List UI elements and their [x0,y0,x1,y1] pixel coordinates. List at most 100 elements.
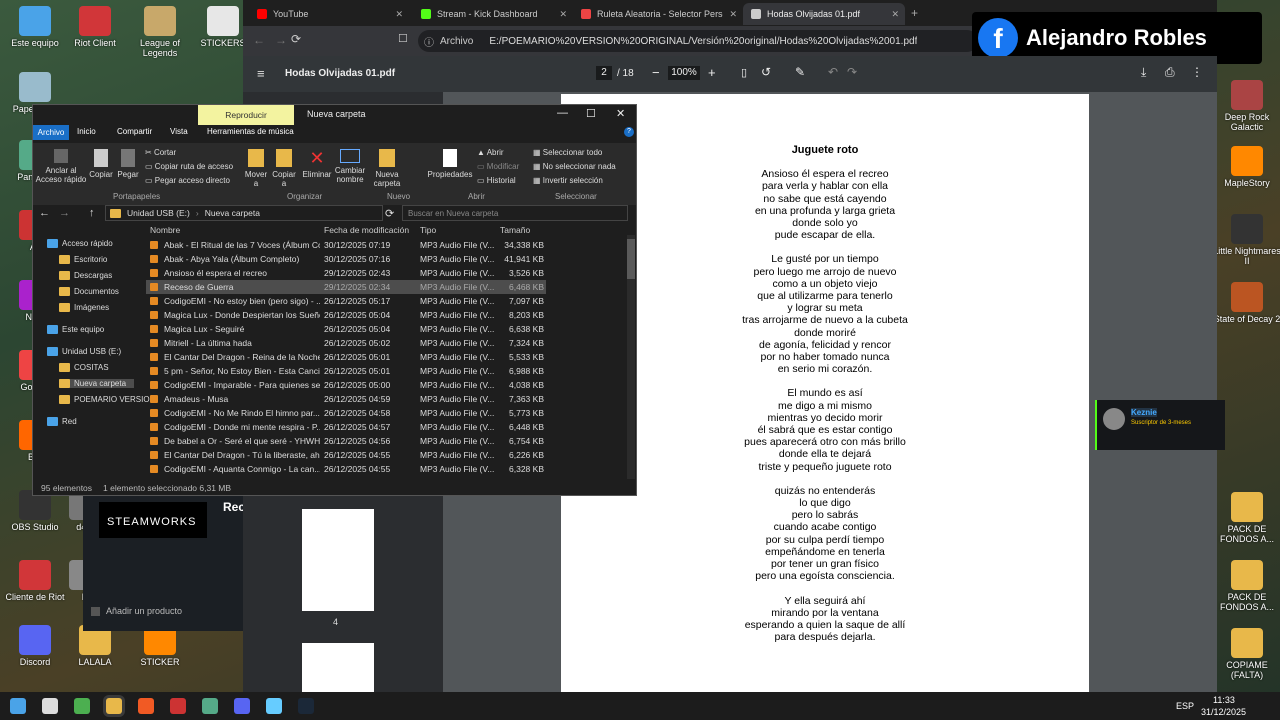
modify-button[interactable]: ▭ Modificar [477,162,519,171]
back-icon[interactable]: ← [253,33,265,47]
add-product-link[interactable]: Añadir un producto [91,606,182,616]
close-tab-icon[interactable]: ✕ [559,9,567,20]
desktop-icon[interactable]: Deep Rock Galactic [1212,80,1280,132]
tab-herramientas-musica[interactable]: Herramientas de música [207,127,294,136]
select-none-button[interactable]: ▦ No seleccionar nada [533,162,616,171]
up-icon[interactable]: ↑ [89,207,95,219]
invert-selection-button[interactable]: ▦ Invertir selección [533,176,603,185]
file-row[interactable]: Receso de Guerra 29/12/2025 02:34 MP3 Audi… [146,280,546,294]
file-row[interactable]: CodigoEMI - No Me Rindo El himno par... 2… [146,406,546,420]
desktop-icon[interactable]: League of Legends [125,6,195,58]
new-tab-icon[interactable]: + [911,6,918,20]
breadcrumb-item[interactable]: Nueva carpeta [205,208,260,218]
scrollbar[interactable] [627,235,635,479]
rotate-icon[interactable]: ↺ [761,65,771,79]
file-row[interactable]: El Cantar Del Dragon - Reina de la Noche… [146,350,546,364]
nav-item[interactable]: Escritorio [59,255,107,264]
paste-shortcut-button[interactable]: ▭ Pegar acceso directo [145,176,230,185]
language-indicator[interactable]: ESP [1176,701,1194,711]
nav-item[interactable]: Descargas [59,271,112,280]
file-row[interactable]: CodigoEMI - Aquanta Conmigo - La can... 2… [146,462,546,476]
scrollbar-thumb[interactable] [627,239,635,279]
page-thumbnail[interactable] [302,643,374,692]
tab-vista[interactable]: Vista [170,127,188,136]
forward-icon[interactable]: → [59,207,70,219]
close-icon[interactable]: ✕ [616,107,625,120]
explorer-icon[interactable] [106,698,122,714]
cut-button[interactable]: ✂ Cortar [145,148,176,157]
breadcrumb-item[interactable]: Unidad USB (E:) [127,208,190,218]
nav-item[interactable]: Documentos [59,287,119,296]
file-row[interactable]: De babel a Or - Seré el que seré - YHWH … [146,434,546,448]
app-a-icon[interactable] [170,698,186,714]
rename-button[interactable]: Cambiar nombre [333,149,367,184]
zoom-in-icon[interactable]: + [708,65,716,80]
browser-tab[interactable]: Ruleta Aleatoria - Selector Personaliz ✕ [573,3,743,25]
clock-time[interactable]: 11:33 [1213,695,1235,705]
nav-item[interactable]: Nueva carpeta [59,379,134,388]
close-tab-icon[interactable]: ✕ [891,9,899,20]
nav-item[interactable]: Este equipo [47,325,104,334]
desktop-icon[interactable]: Riot Client [60,6,130,48]
browser-tab[interactable]: YouTube ✕ [249,3,409,25]
clock-date[interactable]: 31/12/2025 [1201,707,1246,717]
url-field[interactable]: ⓘ Archivo E:/POEMARIO%20VERSION%20ORIGIN… [418,30,978,52]
file-row[interactable]: 5 pm - Señor, No Estoy Bien - Esta Canci… [146,364,546,378]
desktop-icon[interactable]: Little Nightmares II [1212,214,1280,266]
brave-icon[interactable] [138,698,154,714]
properties-button[interactable]: Propiedades [427,149,473,179]
desktop-icon[interactable]: PACK DE FONDOS A... [1212,560,1280,612]
file-row[interactable]: CodigoEMI - No estoy bien (pero sigo) - … [146,294,546,308]
minimize-icon[interactable]: — [557,107,568,119]
move-to-button[interactable]: Mover a [243,149,269,188]
menu-icon[interactable]: ≡ [257,66,265,81]
file-row[interactable]: Mitriell - La última hada 26/12/2025 05:0… [146,336,546,350]
browser-tab[interactable]: Stream - Kick Dashboard ✕ [413,3,573,25]
delete-button[interactable]: ✕ Eliminar [301,149,333,179]
zoom-input[interactable]: 100% [668,66,700,80]
tab-inicio[interactable]: Inicio [77,127,96,136]
nav-item[interactable]: Unidad USB (E:) [47,347,121,356]
new-folder-button[interactable]: Nueva carpeta [371,149,403,188]
file-row[interactable]: Abak - Abya Yala (Álbum Completo) 30/12/2… [146,252,546,266]
help-icon[interactable]: ? [624,127,634,137]
pin-quick-access-button[interactable]: Anclar al Acceso rápido [35,149,87,184]
copy-path-button[interactable]: ▭ Copiar ruta de acceso [145,162,233,171]
page-number-input[interactable]: 2 [596,66,612,80]
tab-compartir[interactable]: Compartir [117,127,152,136]
steam-icon[interactable] [298,698,314,714]
paste-button[interactable]: Pegar [117,149,139,179]
open-button[interactable]: ▲ Abrir [477,148,504,157]
close-tab-icon[interactable]: ✕ [729,9,737,20]
forward-icon[interactable]: → [275,33,287,47]
more-icon[interactable]: ⋮ [1191,65,1203,79]
file-row[interactable]: CodigoEMI - Imparable - Para quienes se.… [146,378,546,392]
nav-item[interactable]: Acceso rápido [47,239,113,248]
desktop-icon[interactable]: STICKER [125,625,195,667]
desktop-icon[interactable]: LALALA [60,625,130,667]
windows-icon[interactable] [10,698,26,714]
context-tab-play[interactable]: Reproducir [198,105,294,125]
file-row[interactable]: Amadeus - Musa 26/12/2025 04:59 MP3 Audio … [146,392,546,406]
tab-archivo[interactable]: Archivo [33,125,69,140]
desktop-icon[interactable]: PACK DE FONDOS A... [1212,492,1280,544]
file-row[interactable]: Magica Lux - Donde Despiertan los Sueños… [146,308,546,322]
discord-icon[interactable] [234,698,250,714]
nav-item[interactable]: POEMARIO VERSIO [59,395,150,404]
nav-item[interactable]: Imágenes [59,303,109,312]
history-button[interactable]: ▭ Historial [477,176,516,185]
close-tab-icon[interactable]: ✕ [395,9,403,20]
fit-page-icon[interactable]: ▯ [741,66,747,79]
file-row[interactable]: Abak - El Ritual de las 7 Voces (Álbum C… [146,238,546,252]
column-header-type[interactable]: Tipo [420,225,436,235]
maximize-icon[interactable]: ☐ [586,107,596,120]
redo-icon[interactable]: ↷ [847,65,857,79]
file-row[interactable]: El Cantar Del Dragon - Tú la liberaste, … [146,448,546,462]
file-row[interactable]: Ansioso él espera el recreo 29/12/2025 02… [146,266,546,280]
copy-to-button[interactable]: Copiar a [271,149,297,188]
file-row[interactable]: Magica Lux - Seguiré 26/12/2025 05:04 MP3 … [146,322,546,336]
column-header-date[interactable]: Fecha de modificación [324,225,409,235]
annotate-icon[interactable]: ✎ [795,65,805,79]
zoom-out-icon[interactable]: − [652,65,660,80]
refresh-icon[interactable]: ⟳ [385,207,394,220]
